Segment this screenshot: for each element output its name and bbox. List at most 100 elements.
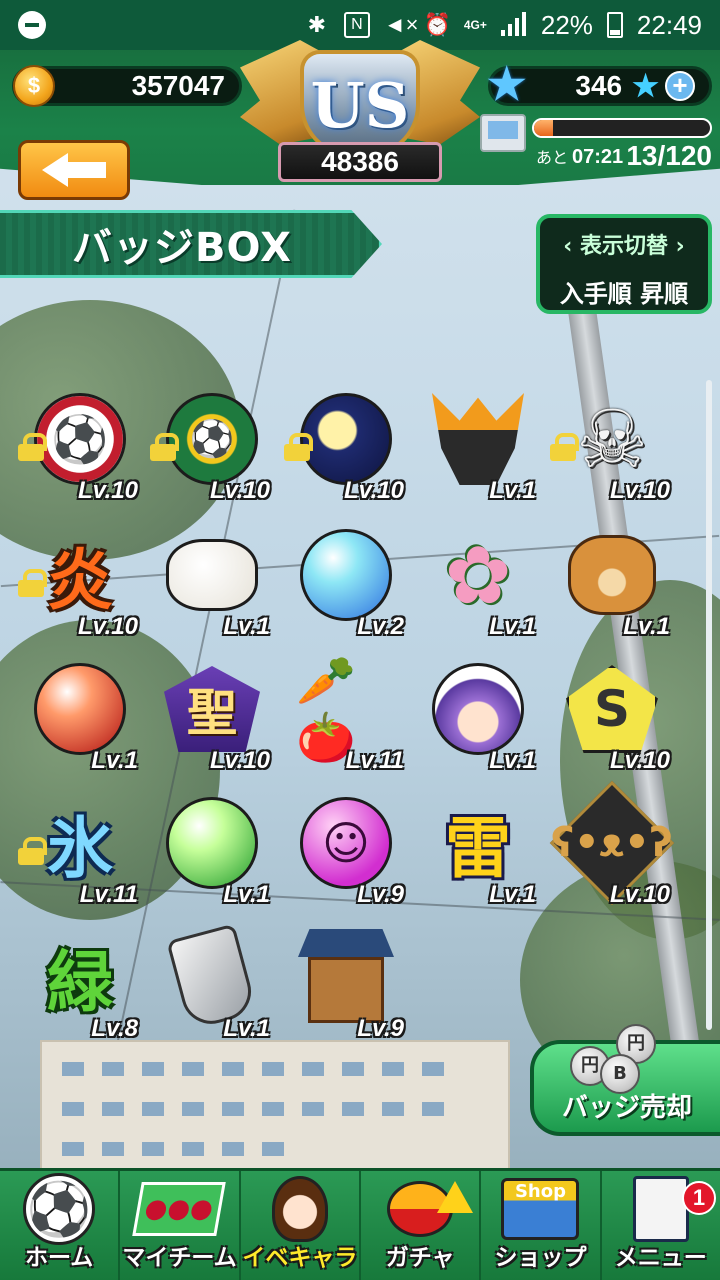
blue-orb-badge[interactable]: Lv.2 xyxy=(284,521,404,641)
black-bear-badge[interactable]: ʕ•ᴥ•ʔ Lv.10 xyxy=(549,780,675,909)
badge-level: Lv.1 xyxy=(489,747,536,774)
gauntlet-badge[interactable]: Lv.1 xyxy=(150,923,270,1043)
signal-icon xyxy=(500,12,527,38)
stamina-bar-fill xyxy=(534,120,554,136)
toggle-label-text: 表示切替 xyxy=(579,234,668,259)
add-stars-button[interactable]: + xyxy=(665,71,695,101)
badge-level: Lv.1 xyxy=(489,613,536,640)
badge-level: Lv.11 xyxy=(345,747,404,774)
nav-menu[interactable]: メニュー 1 xyxy=(602,1171,720,1280)
blue-orb-icon xyxy=(296,525,396,625)
badge-level: Lv.8 xyxy=(91,1015,138,1042)
badge-level: Lv.1 xyxy=(623,613,670,640)
coin-counter[interactable]: $ 357047 xyxy=(12,65,242,107)
marshmallow-icon xyxy=(162,525,262,625)
pink-smile-orb-icon: ☺ xyxy=(296,793,396,893)
skull-crossbones-badge[interactable]: ☠ Lv.10 xyxy=(550,385,670,505)
character-icon xyxy=(258,1173,342,1245)
lock-icon xyxy=(18,569,47,597)
badge-level: Lv.10 xyxy=(609,881,670,908)
badge-level: Lv.2 xyxy=(357,613,404,640)
small-star-icon: ★ xyxy=(632,69,659,103)
green-orb-icon xyxy=(162,793,262,893)
pink-flower-icon: ✿ xyxy=(444,528,512,622)
badge-level: Lv.10 xyxy=(609,477,670,504)
lock-icon xyxy=(18,433,47,461)
rank-emblem[interactable]: US 48386 xyxy=(240,30,480,195)
international-school-crest-badge[interactable]: ⚽ Lv.10 xyxy=(150,385,270,505)
lock-icon xyxy=(18,837,47,865)
badge-level: Lv.10 xyxy=(77,613,138,640)
green-orb-badge[interactable]: Lv.1 xyxy=(150,789,270,909)
star-amount: 346 xyxy=(575,70,623,101)
nav-character[interactable]: イベキャラ xyxy=(241,1171,361,1280)
nav-label: ホーム xyxy=(25,1245,94,1271)
star-counter[interactable]: ★ 346 ★ + xyxy=(487,61,712,109)
bottom-navigation: ⚽ ホーム ●●● マイチーム イベキャラ ガチャ Shop ショップ メニュー 1 xyxy=(0,1168,720,1280)
back-button[interactable] xyxy=(18,140,130,200)
ice-kanji-badge[interactable]: 氷 Lv.11 xyxy=(18,789,138,909)
lock-icon xyxy=(150,433,179,461)
team-icon: ●●● xyxy=(132,1173,227,1245)
nav-shop[interactable]: Shop ショップ xyxy=(481,1171,602,1280)
lock-icon xyxy=(284,433,313,461)
badge-level: Lv.11 xyxy=(79,881,138,908)
holy-kanji-icon: 聖 xyxy=(162,659,262,759)
rank-points: 48386 xyxy=(278,142,442,182)
back-arrow-icon xyxy=(42,153,106,187)
nav-team[interactable]: ●●● マイチーム xyxy=(120,1171,241,1280)
coin-amount: 357047 xyxy=(131,70,225,101)
badge-level: Lv.1 xyxy=(223,613,270,640)
badge-level: Lv.10 xyxy=(209,477,270,504)
green-kanji-icon: 緑 xyxy=(47,943,113,1021)
nav-gacha[interactable]: ガチャ xyxy=(361,1171,482,1280)
star-icon: ★ xyxy=(487,60,527,109)
pink-flower-badge[interactable]: ✿ Lv.1 xyxy=(416,521,536,641)
stamina-timer-prefix: あと xyxy=(536,150,569,167)
holy-kanji-badge[interactable]: 聖 Lv.10 xyxy=(150,655,270,775)
green-kanji-badge[interactable]: 緑 Lv.8 xyxy=(18,923,138,1043)
sell-coins-icon: 円円B xyxy=(570,1024,660,1094)
thunder-kanji-icon: 雷 xyxy=(445,809,511,887)
badge-level: Lv.1 xyxy=(223,1015,270,1042)
thunder-kanji-badge[interactable]: 雷 Lv.1 xyxy=(416,789,536,909)
vegetables-badge[interactable]: 🥕🍅 Lv.11 xyxy=(284,653,404,775)
nav-label: ショップ xyxy=(494,1245,587,1271)
pink-smile-orb-badge[interactable]: ☺ Lv.9 xyxy=(284,789,404,909)
red-orb-icon xyxy=(30,659,130,759)
warning-icon xyxy=(437,1181,474,1213)
stamina-timer-value: 07:21 xyxy=(572,146,624,168)
nav-soccer-ball[interactable]: ⚽ ホーム xyxy=(0,1171,121,1280)
nav-label: ガチャ xyxy=(385,1245,455,1271)
samurai-helmet-icon xyxy=(428,389,528,489)
nav-label: メニュー xyxy=(614,1245,707,1271)
flame-kanji-badge[interactable]: 炎 Lv.10 xyxy=(18,521,138,641)
gate-badge[interactable]: Lv.9 xyxy=(284,923,404,1043)
do-not-disturb-icon xyxy=(18,11,46,39)
girl-portrait-icon xyxy=(428,659,528,759)
stamina-icon xyxy=(480,114,526,152)
coin-icon: $ xyxy=(13,65,55,107)
bear-face-badge[interactable]: Lv.1 xyxy=(550,521,670,641)
soccer-ball-badge[interactable]: ⚽ Lv.10 xyxy=(18,385,138,505)
samurai-helmet-badge[interactable]: Lv.1 xyxy=(416,385,536,505)
stamina-count: 13/120 xyxy=(626,140,712,171)
s-chart-pentagon-badge[interactable]: S Lv.10 xyxy=(550,655,670,775)
vegetables-icon: 🥕🍅 xyxy=(296,653,356,766)
girl-portrait-badge[interactable]: Lv.1 xyxy=(416,655,536,775)
stamina-panel[interactable]: あと 07:21 13/120 xyxy=(480,108,716,174)
shop-icon: Shop xyxy=(498,1173,582,1245)
stamina-bar xyxy=(532,118,712,138)
lock-icon xyxy=(550,433,579,461)
gate-icon xyxy=(296,927,396,1027)
clock: 22:49 xyxy=(636,9,702,40)
sort-toggle-button[interactable]: ‹ 表示切替 › 入手順 昇順 xyxy=(536,214,712,314)
soccer-ball-icon: ⚽ xyxy=(17,1173,101,1245)
marshmallow-badge[interactable]: Lv.1 xyxy=(150,521,270,641)
badge-level: Lv.1 xyxy=(489,477,536,504)
badge-level: Lv.1 xyxy=(489,881,536,908)
badge-list-scrollbar[interactable] xyxy=(706,380,712,1030)
red-orb-badge[interactable]: Lv.1 xyxy=(18,655,138,775)
page-title: バッジBOX xyxy=(72,225,292,271)
moon-night-badge[interactable]: Lv.10 xyxy=(284,385,404,505)
